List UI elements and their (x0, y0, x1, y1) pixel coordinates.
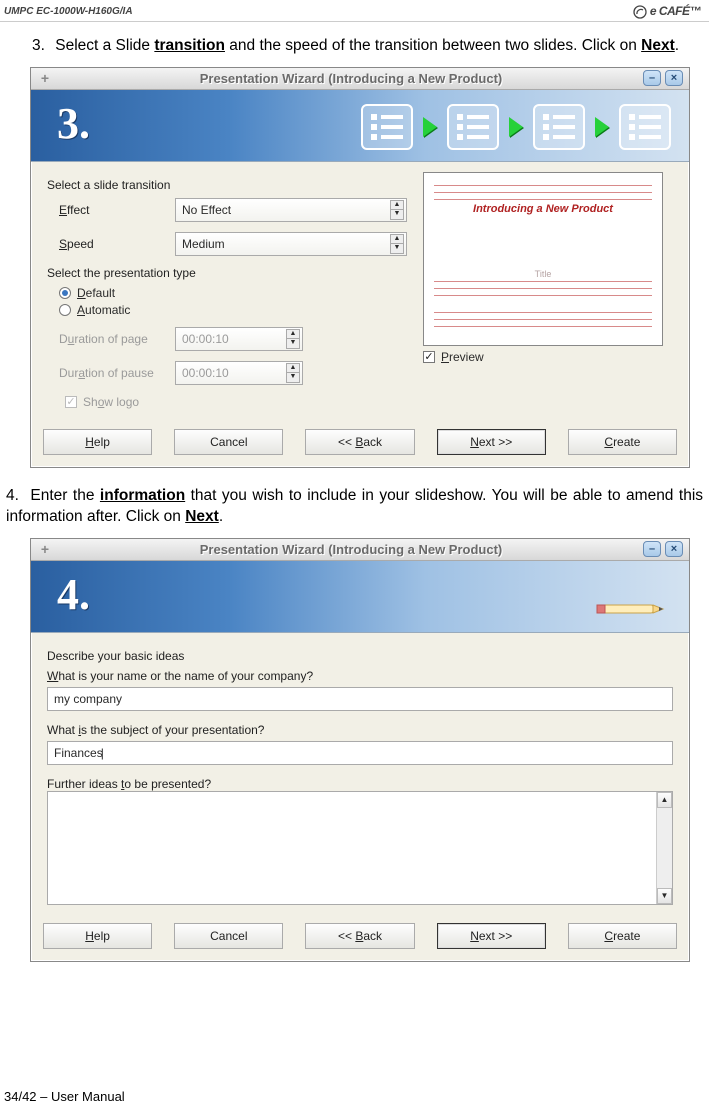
step-number: 4. (57, 569, 90, 620)
next-button[interactable]: Next >> (437, 923, 546, 949)
duration-page-input: 00:00:10 ▲▼ (175, 327, 303, 351)
slide-outline-icon (361, 104, 413, 150)
page-footer: 34/42 – User Manual (4, 1089, 125, 1104)
arrow-right-icon (509, 117, 523, 137)
q-further-ideas: Further ideas to be presented? (47, 777, 673, 791)
preview-title-placeholder: Title (436, 269, 650, 279)
subject-input[interactable]: Finances (47, 741, 673, 765)
show-logo-label: Show logo (83, 395, 139, 409)
chevron-down-icon: ▼ (286, 373, 300, 383)
page-content: 3. Select a Slide transition and the spe… (0, 22, 709, 962)
step-banner: 4. (31, 561, 689, 633)
slide-outline-icon (447, 104, 499, 150)
window-plus-icon[interactable]: + (31, 541, 59, 557)
chevron-up-icon[interactable]: ▲ (390, 200, 404, 210)
radio-automatic[interactable]: Automatic (59, 303, 407, 317)
back-button[interactable]: << Back (305, 923, 414, 949)
speed-label: Speed (59, 237, 167, 251)
group-describe-ideas: Describe your basic ideas (47, 649, 673, 663)
further-ideas-textarea[interactable]: ▲ ▼ (47, 791, 673, 905)
arrow-right-icon (423, 117, 437, 137)
titlebar: + Presentation Wizard (Introducing a New… (31, 68, 689, 90)
arrow-right-icon (595, 117, 609, 137)
radio-default[interactable]: Default (59, 286, 407, 300)
banner-icons (361, 104, 671, 150)
close-icon[interactable]: × (665, 70, 683, 86)
duration-page-label: Duration of page (59, 332, 167, 346)
pencil-icon (595, 571, 665, 621)
scrollbar[interactable]: ▲ ▼ (656, 792, 672, 904)
back-button[interactable]: << Back (305, 429, 414, 455)
preview-checkbox[interactable] (423, 351, 435, 363)
duration-pause-label: Duration of pause (59, 366, 167, 380)
cancel-button[interactable]: Cancel (174, 429, 283, 455)
q-subject: What is the subject of your presentation… (47, 723, 673, 737)
brand-logo-icon (633, 5, 647, 19)
effect-combo[interactable]: No Effect ▲▼ (175, 198, 407, 222)
wizard-window-step3: + Presentation Wizard (Introducing a New… (30, 67, 690, 468)
window-title: Presentation Wizard (Introducing a New P… (59, 71, 643, 86)
chevron-down-icon: ▼ (286, 339, 300, 349)
chevron-up-icon: ▲ (286, 363, 300, 373)
group-presentation-type: Select the presentation type (47, 266, 407, 280)
slide-outline-icon (533, 104, 585, 150)
chevron-up-icon[interactable]: ▲ (390, 234, 404, 244)
effect-label: Effect (59, 203, 167, 217)
brand-logo: e CAFÉ™ (633, 4, 701, 19)
page-header: UMPC EC-1000W-H160G/IA e CAFÉ™ (0, 0, 709, 22)
wizard-window-step4: + Presentation Wizard (Introducing a New… (30, 538, 690, 962)
step-number: 3. (57, 98, 90, 149)
step-banner: 3. (31, 90, 689, 162)
window-title: Presentation Wizard (Introducing a New P… (59, 542, 643, 557)
window-plus-icon[interactable]: + (31, 70, 59, 86)
create-button[interactable]: Create (568, 923, 677, 949)
chevron-up-icon: ▲ (286, 329, 300, 339)
radio-icon (59, 304, 71, 316)
close-icon[interactable]: × (665, 541, 683, 557)
speed-combo[interactable]: Medium ▲▼ (175, 232, 407, 256)
group-slide-transition: Select a slide transition (47, 178, 407, 192)
next-button[interactable]: Next >> (437, 429, 546, 455)
instruction-step-3: 3. Select a Slide transition and the spe… (6, 36, 703, 57)
help-button[interactable]: Help (43, 429, 152, 455)
model-label: UMPC EC-1000W-H160G/IA (4, 6, 133, 17)
show-logo-checkbox (65, 396, 77, 408)
minimize-icon[interactable]: – (643, 541, 661, 557)
minimize-icon[interactable]: – (643, 70, 661, 86)
chevron-down-icon[interactable]: ▼ (390, 210, 404, 220)
q-company-name: What is your name or the name of your co… (47, 669, 673, 683)
slide-outline-icon (619, 104, 671, 150)
slide-preview: Introducing a New Product Title (423, 172, 663, 346)
preview-label: Preview (441, 350, 484, 364)
duration-pause-input: 00:00:10 ▲▼ (175, 361, 303, 385)
scroll-up-icon[interactable]: ▲ (657, 792, 672, 808)
radio-icon (59, 287, 71, 299)
help-button[interactable]: Help (43, 923, 152, 949)
cancel-button[interactable]: Cancel (174, 923, 283, 949)
instruction-step-4: 4. Enter the information that you wish t… (6, 486, 703, 528)
create-button[interactable]: Create (568, 429, 677, 455)
chevron-down-icon[interactable]: ▼ (390, 244, 404, 254)
titlebar: + Presentation Wizard (Introducing a New… (31, 539, 689, 561)
scroll-down-icon[interactable]: ▼ (657, 888, 672, 904)
company-name-input[interactable]: my company (47, 687, 673, 711)
